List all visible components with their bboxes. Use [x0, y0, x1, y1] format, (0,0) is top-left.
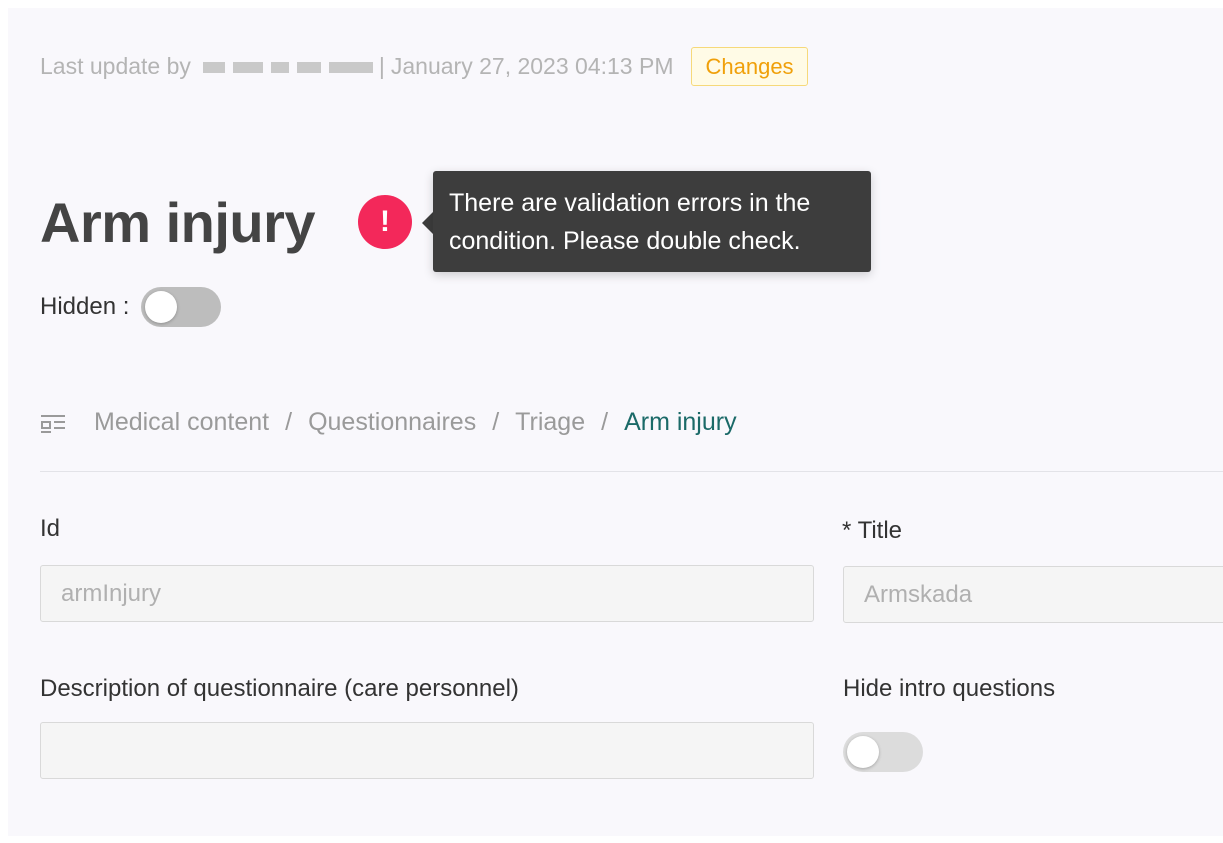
hidden-toggle[interactable]: [141, 287, 222, 327]
content-panel: Last update by | January 27, 2023 04:13 …: [8, 8, 1223, 836]
section-divider: [40, 471, 1223, 472]
hide-intro-toggle[interactable]: [843, 732, 923, 772]
toggle-knob: [145, 291, 178, 323]
id-label: Id: [40, 515, 61, 542]
redacted-username: [199, 55, 375, 77]
hidden-setting: Hidden :: [40, 287, 222, 327]
breadcrumb-item-questionnaires[interactable]: Questionnaires: [308, 408, 476, 437]
breadcrumb-item-triage[interactable]: Triage: [515, 408, 585, 437]
breadcrumb-separator: /: [492, 408, 500, 436]
breadcrumb-current: Arm injury: [624, 408, 737, 436]
meta-separator: |: [378, 52, 385, 79]
validation-error-icon[interactable]: !: [358, 195, 412, 249]
validation-error-tooltip: There are validation errors in the condi…: [433, 171, 871, 272]
breadcrumb-separator: /: [285, 408, 293, 436]
last-update-timestamp: January 27, 2023 04:13 PM: [390, 52, 674, 79]
hide-intro-label: Hide intro questions: [843, 675, 1056, 702]
list-icon: [41, 414, 65, 433]
title-label: * Title: [842, 517, 903, 544]
breadcrumb-separator: /: [601, 408, 609, 436]
breadcrumb-item-medical-content[interactable]: Medical content: [94, 408, 269, 437]
last-update-prefix: Last update by: [40, 52, 191, 79]
page-title: Arm injury: [40, 191, 316, 254]
hidden-label: Hidden :: [40, 293, 130, 320]
id-field[interactable]: [40, 565, 814, 622]
changes-button[interactable]: Changes: [691, 46, 808, 86]
description-label: Description of questionnaire (care perso…: [40, 675, 519, 702]
description-field[interactable]: [40, 722, 814, 779]
tooltip-arrow: [422, 212, 433, 234]
breadcrumb: Medical content / Questionnaires / Triag…: [40, 408, 737, 437]
title-field[interactable]: [843, 566, 1223, 623]
toggle-knob: [847, 736, 879, 768]
last-update-bar: Last update by | January 27, 2023 04:13 …: [40, 46, 808, 86]
